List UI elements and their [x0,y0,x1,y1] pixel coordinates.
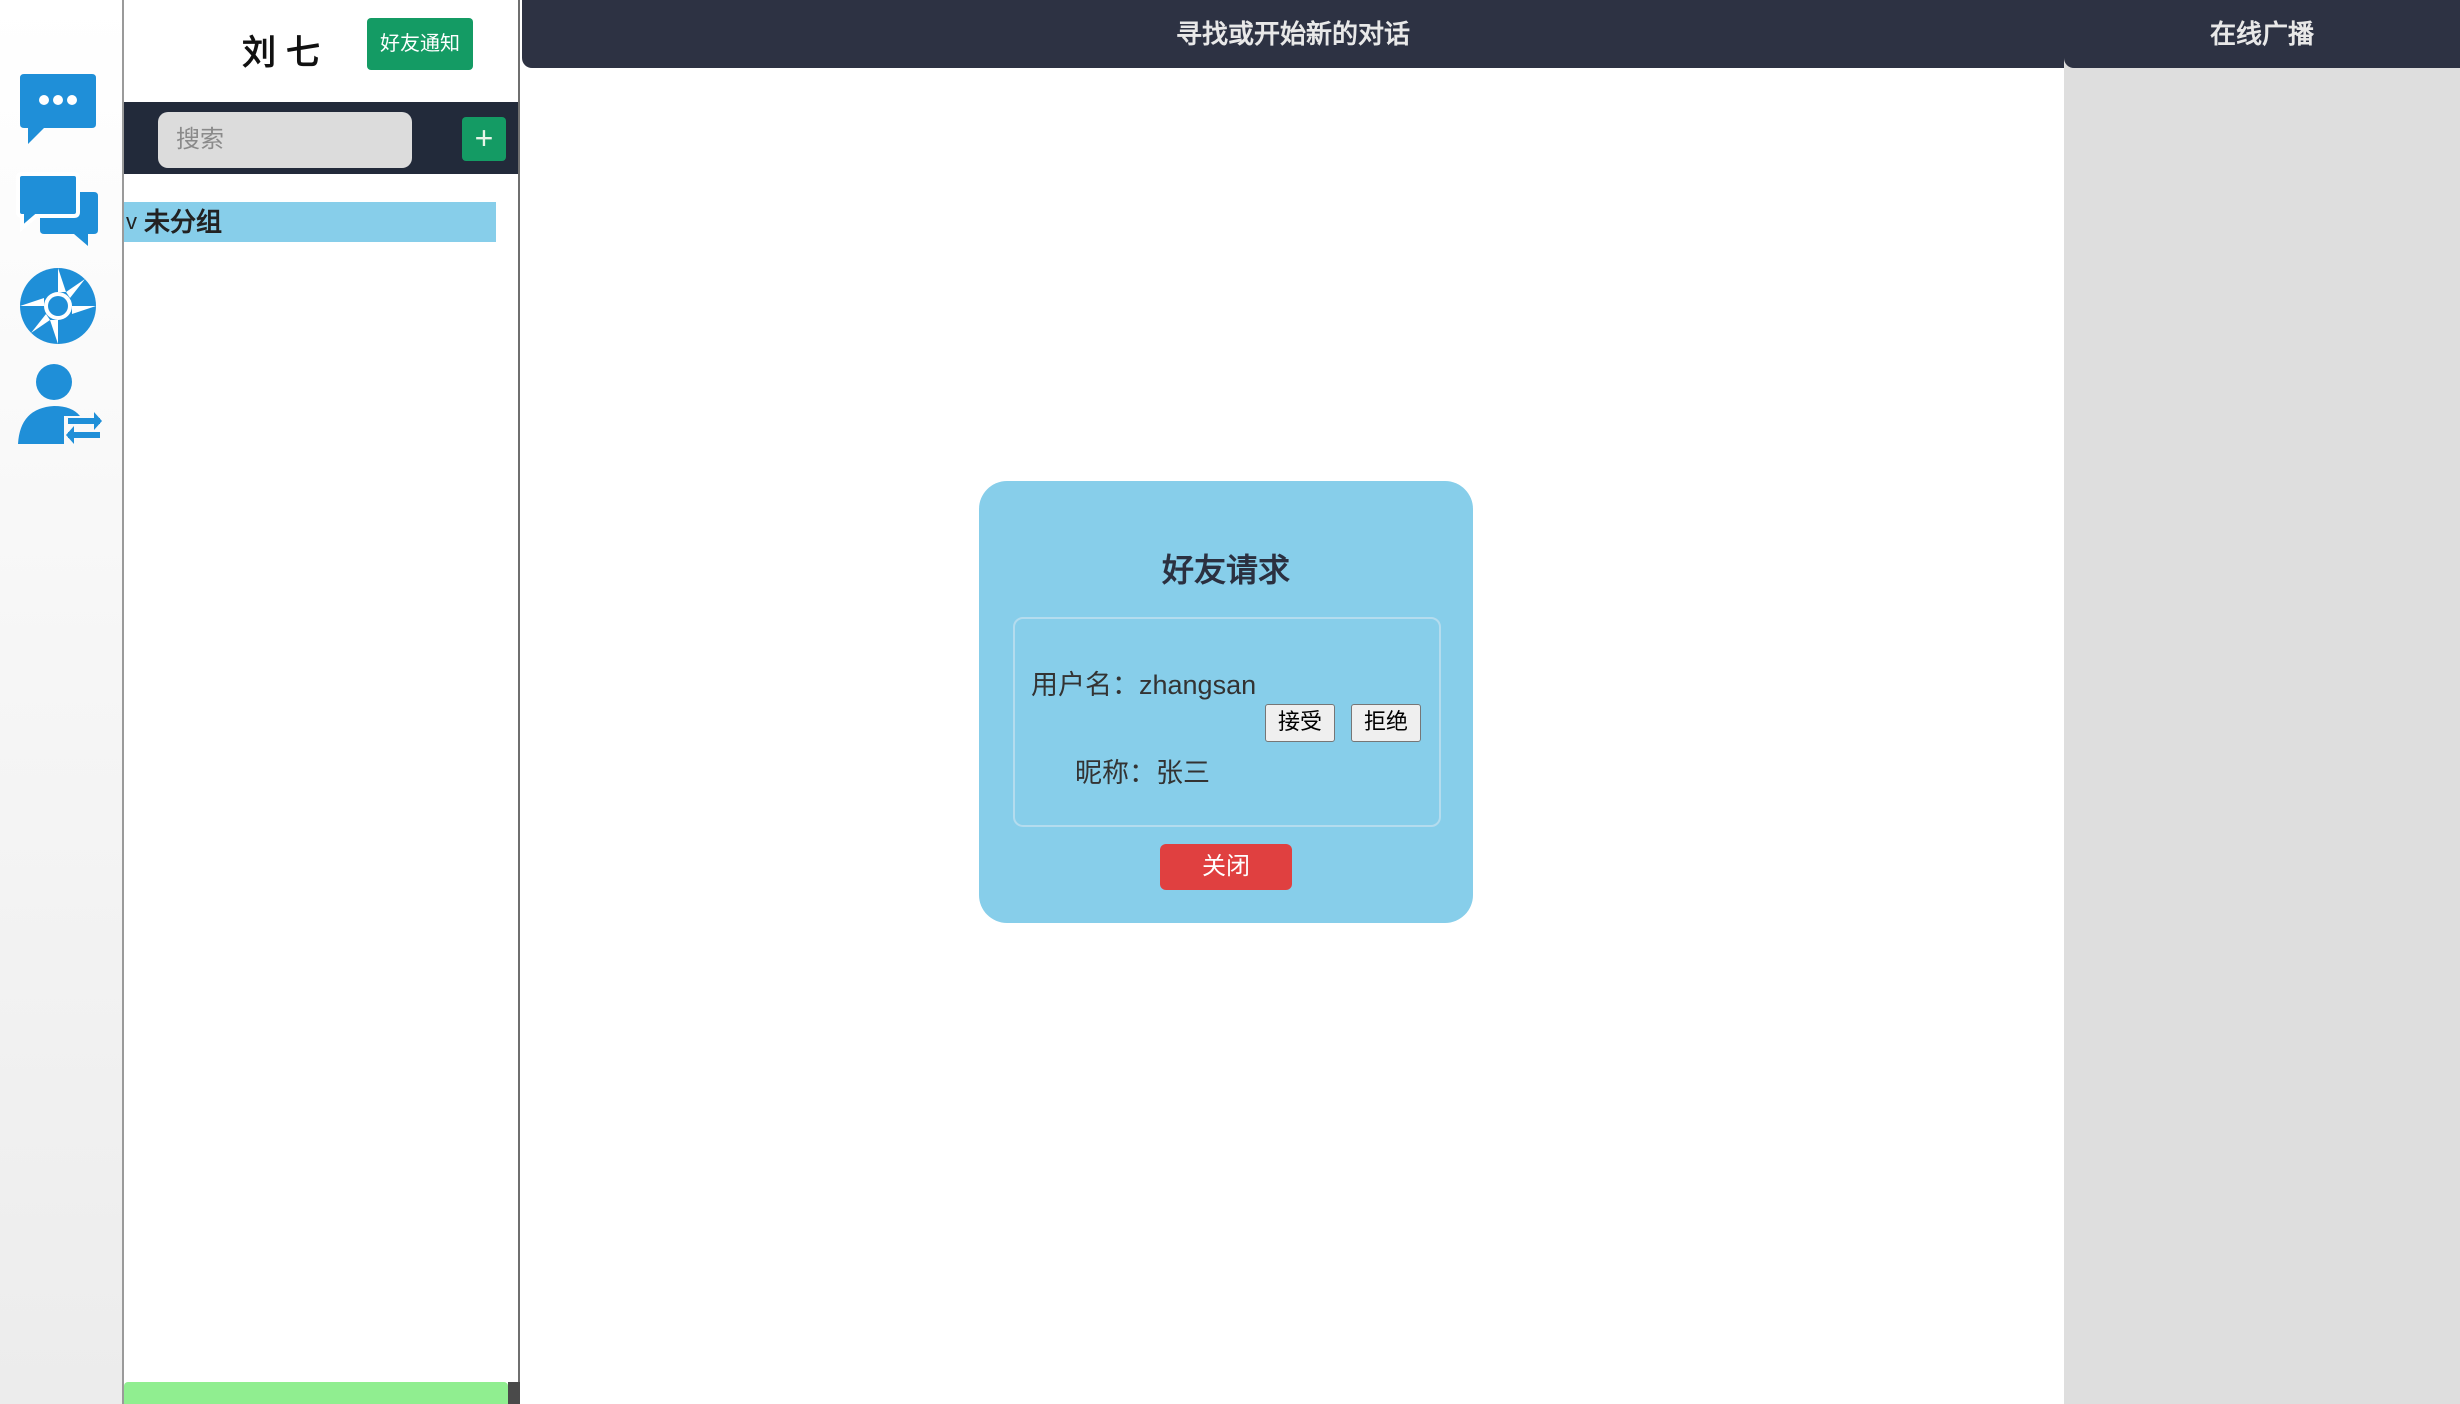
accept-button[interactable]: 接受 [1265,704,1335,742]
friend-request-dialog: 好友请求 用户名：zhangsan 接受 拒绝 昵称：张三 关闭 [979,481,1473,923]
dialog-title: 好友请求 [1161,552,1290,588]
status-bar [124,1382,508,1404]
group-label: 未分组 [144,207,223,237]
conversations-icon[interactable] [14,164,102,252]
broadcast-header-title: 在线广播 [2064,0,2460,68]
close-button[interactable]: 关闭 [1160,844,1292,890]
add-friend-button[interactable]: + [462,117,506,161]
request-nickname: 昵称：张三 [1075,758,1210,788]
chat-header-title: 寻找或开始新的对话 [522,0,2064,68]
status-bar-edge [508,1382,520,1404]
search-bar: + [124,102,518,174]
friend-notification-button[interactable]: 好友通知 [367,18,473,70]
user-switch-icon[interactable] [14,360,102,448]
contacts-panel: 刘七 好友通知 + v 未分组 [124,0,520,1404]
friend-request-card: 用户名：zhangsan 接受 拒绝 昵称：张三 [1013,617,1441,827]
shutter-icon[interactable] [14,262,102,350]
current-username: 刘七 [242,33,330,73]
request-username: 用户名：zhangsan [1031,670,1257,700]
broadcast-panel: 在线广播 [2064,0,2460,1404]
search-input[interactable] [158,112,412,168]
nav-rail [0,0,124,1404]
app-root: 刘七 好友通知 + v 未分组 寻找或开始新的对话 在线广播 好友请求 用户名：z… [0,0,2460,1404]
reject-button[interactable]: 拒绝 [1351,704,1421,742]
contacts-header: 刘七 好友通知 [124,0,518,102]
chevron-down-icon: v [126,209,137,234]
chat-bubble-icon[interactable] [14,66,102,154]
group-row-ungrouped[interactable]: v 未分组 [124,202,496,242]
